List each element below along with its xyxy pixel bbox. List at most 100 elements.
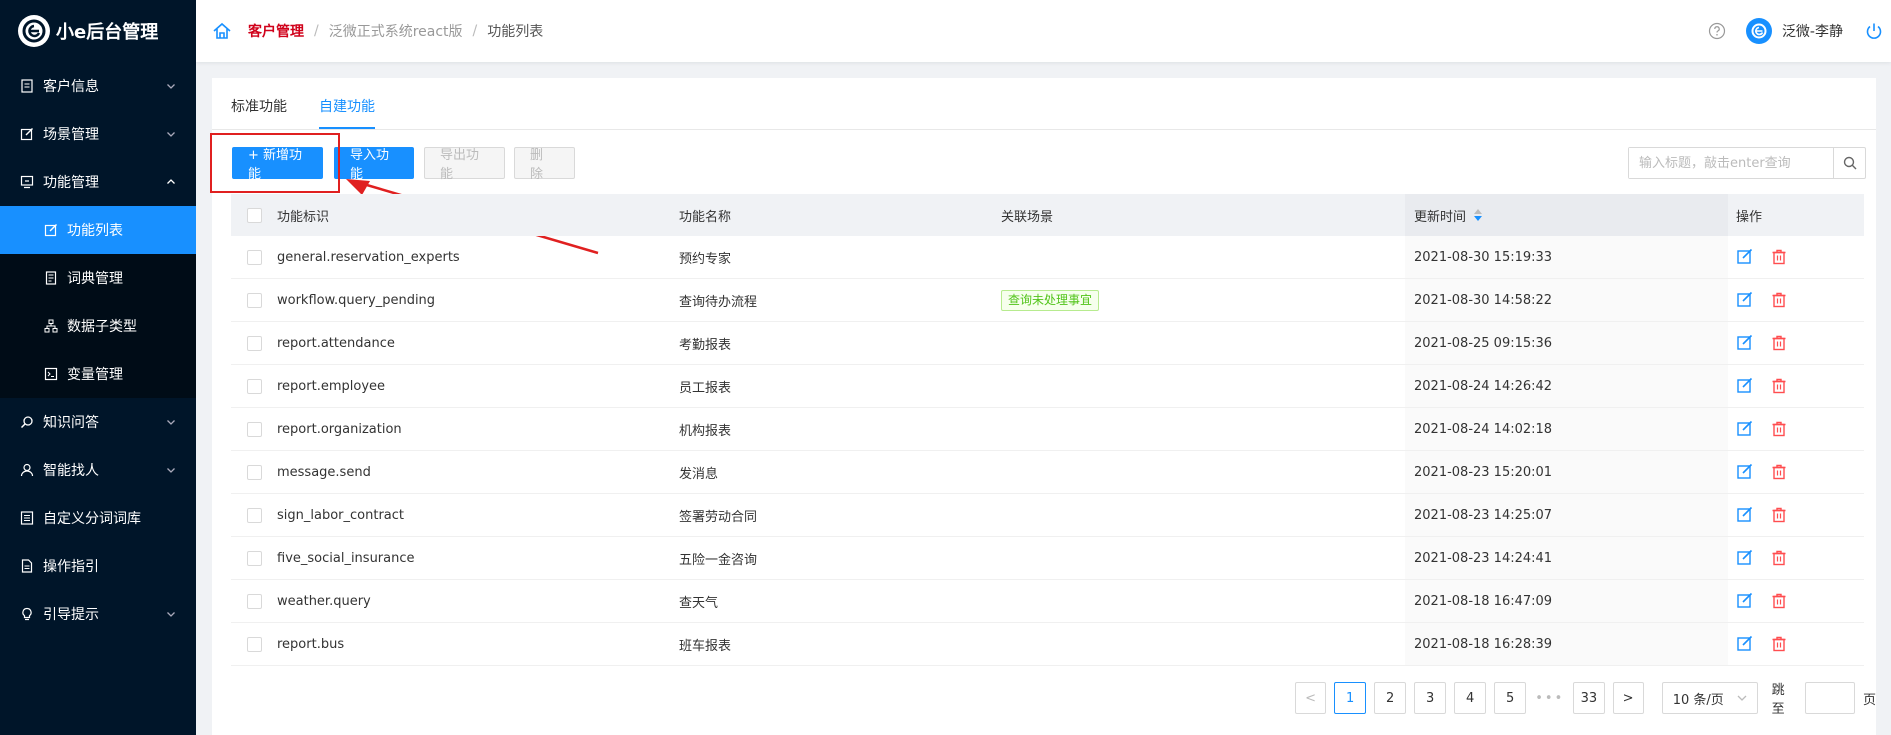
chevron-down-icon	[167, 612, 175, 617]
delete-icon[interactable]	[1770, 377, 1788, 395]
delete-icon[interactable]	[1770, 463, 1788, 481]
delete-icon[interactable]	[1770, 248, 1788, 266]
row-checkbox[interactable]	[246, 421, 262, 437]
breadcrumb-item-system[interactable]: 泛微正式系统react版	[329, 21, 463, 41]
sidebar-item-label: 操作指引	[43, 559, 99, 575]
chevron-down-icon	[167, 468, 175, 473]
cell-update-time: 2021-08-23 14:25:07	[1405, 494, 1728, 536]
scene-tag[interactable]: 查询未处理事宜	[1001, 289, 1100, 311]
cell-function-id: five_social_insurance	[277, 550, 415, 566]
row-checkbox[interactable]	[246, 335, 262, 351]
jump-label: 跳至	[1771, 683, 1785, 717]
cell-update-time: 2021-08-23 15:20:01	[1405, 451, 1728, 493]
delete-icon[interactable]	[1770, 549, 1788, 567]
edit-icon	[20, 128, 33, 141]
jump-page-input[interactable]	[1804, 682, 1855, 714]
page-1[interactable]: 1	[1334, 682, 1367, 714]
breadcrumb-item-customer[interactable]: 客户管理	[248, 21, 304, 41]
sidebar-item-3[interactable]: 功能列表	[0, 206, 196, 254]
cell-update-time: 2021-08-24 14:26:42	[1405, 365, 1728, 407]
delete-icon[interactable]	[1770, 592, 1788, 610]
sidebar-item-10[interactable]: 操作指引	[0, 542, 196, 590]
row-checkbox[interactable]	[246, 550, 262, 566]
page-size-select[interactable]: 10 条/页	[1661, 682, 1758, 714]
delete-icon[interactable]	[1770, 635, 1788, 653]
sidebar-item-5[interactable]: 数据子类型	[0, 302, 196, 350]
sidebar-item-0[interactable]: 客户信息	[0, 62, 196, 110]
table-row: five_social_insurance 五险一金咨询 2021-08-23 14…	[231, 537, 1864, 580]
page-5[interactable]: 5	[1494, 682, 1527, 714]
edit-icon[interactable]	[1736, 420, 1754, 438]
edit-icon[interactable]	[1736, 334, 1754, 352]
delete-icon[interactable]	[1770, 506, 1788, 524]
sidebar-item-1[interactable]: 场景管理	[0, 110, 196, 158]
cell-update-time: 2021-08-30 14:58:22	[1405, 279, 1728, 321]
row-checkbox[interactable]	[246, 507, 262, 523]
cell-function-id: message.send	[277, 464, 371, 480]
home-icon[interactable]	[212, 21, 232, 41]
sidebar-item-2[interactable]: 功能管理	[0, 158, 196, 206]
search-icon[interactable]	[1833, 148, 1865, 178]
main-content: 标准功能 自建功能 + 新增功能 导入功能 导出功能 删 除 功能标识 功能名称…	[210, 78, 1876, 735]
cell-function-name: 五险一金咨询	[679, 552, 758, 568]
prev-page-button[interactable]: <	[1295, 682, 1327, 714]
edit-icon[interactable]	[1736, 635, 1754, 653]
edit-icon[interactable]	[1736, 549, 1754, 567]
delete-icon[interactable]	[1770, 420, 1788, 438]
sidebar-item-9[interactable]: 自定义分词词库	[0, 494, 196, 542]
delete-button[interactable]: 删 除	[514, 147, 575, 182]
table-row: report.attendance 考勤报表 2021-08-25 09:15:36	[231, 322, 1864, 365]
edit-icon[interactable]	[1736, 377, 1754, 395]
page-3[interactable]: 3	[1414, 682, 1447, 714]
row-checkbox[interactable]	[246, 292, 262, 308]
select-all-checkbox[interactable]	[246, 207, 262, 223]
row-checkbox[interactable]	[246, 464, 262, 480]
pagination-ellipsis[interactable]: •••	[1534, 682, 1566, 714]
edit-icon[interactable]	[1736, 291, 1754, 309]
column-header-time[interactable]: 更新时间	[1405, 194, 1728, 236]
cell-update-time: 2021-08-25 09:15:36	[1405, 322, 1728, 364]
tab-standard-functions[interactable]: 标准功能	[231, 96, 287, 129]
cell-function-id: report.attendance	[277, 335, 395, 351]
row-checkbox[interactable]	[246, 636, 262, 652]
sidebar-item-label: 词典管理	[67, 271, 123, 287]
sort-icon[interactable]	[1474, 209, 1483, 221]
table-row: report.organization 机构报表 2021-08-24 14:02:…	[231, 408, 1864, 451]
cell-function-name: 签署劳动合同	[679, 509, 758, 525]
edit-icon[interactable]	[1736, 592, 1754, 610]
delete-icon[interactable]	[1770, 334, 1788, 352]
tab-custom-functions[interactable]: 自建功能	[319, 96, 375, 129]
row-checkbox[interactable]	[246, 378, 262, 394]
row-checkbox[interactable]	[246, 249, 262, 265]
export-function-button[interactable]: 导出功能	[424, 147, 505, 182]
book-icon	[45, 271, 57, 285]
sidebar-item-label: 引导提示	[43, 607, 99, 623]
page-last[interactable]: 33	[1573, 682, 1605, 714]
sidebar-item-8[interactable]: 智能找人	[0, 446, 196, 494]
add-function-button[interactable]: + 新增功能	[232, 147, 323, 182]
page-2[interactable]: 2	[1374, 682, 1407, 714]
search-input[interactable]	[1629, 148, 1833, 178]
delete-icon[interactable]	[1770, 291, 1788, 309]
column-header-time-label: 更新时间	[1414, 209, 1467, 225]
import-function-button[interactable]: 导入功能	[334, 147, 414, 182]
sidebar-menu: 客户信息 场景管理 功能管理 功能列表词典管理数据子类型 变量管理 知识问答 智能找人 自定义…	[0, 62, 196, 638]
search-box	[1628, 147, 1866, 179]
edit-icon[interactable]	[1736, 463, 1754, 481]
sidebar-item-6[interactable]: 变量管理	[0, 350, 196, 398]
sidebar-item-7[interactable]: 知识问答	[0, 398, 196, 446]
next-page-button[interactable]: >	[1612, 682, 1644, 714]
sidebar-item-4[interactable]: 词典管理	[0, 254, 196, 302]
edit-icon[interactable]	[1736, 248, 1754, 266]
table-row: weather.query 查天气 2021-08-18 16:47:09	[231, 580, 1864, 623]
power-icon[interactable]	[1865, 22, 1883, 40]
edit-icon[interactable]	[1736, 506, 1754, 524]
help-icon[interactable]	[1708, 22, 1726, 40]
sidebar-item-11[interactable]: 引导提示	[0, 590, 196, 638]
avatar[interactable]	[1745, 18, 1772, 44]
page-4[interactable]: 4	[1454, 682, 1487, 714]
functions-table: 功能标识 功能名称 关联场景 更新时间 操作 general.reservati…	[231, 194, 1864, 666]
username[interactable]: 泛微-李静	[1782, 21, 1843, 41]
row-checkbox[interactable]	[246, 593, 262, 609]
cell-ops	[1728, 334, 1864, 352]
